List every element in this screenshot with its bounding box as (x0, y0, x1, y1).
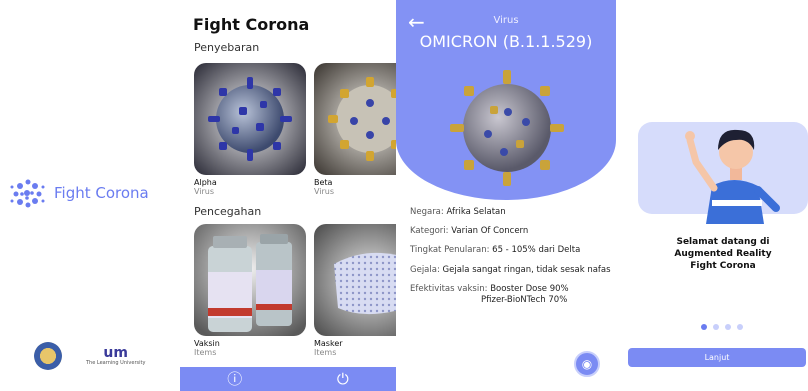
page-dot[interactable] (725, 324, 731, 330)
section-penyebaran: Penyebaran (194, 41, 260, 54)
info-row-vaccine: Efektivitas vaksin: Booster Dose 90% (410, 284, 569, 294)
um-logo-mark: um (103, 345, 128, 361)
detail-screen: ← Virus OMICRON (B.1.1.529) Negara: Afri… (396, 0, 616, 391)
card-category: Items (194, 348, 217, 357)
info-row-category: Kategori: Varian Of Concern (410, 226, 529, 236)
virus-logo-icon (10, 179, 45, 208)
info-row-vaccine-extra: Pfizer-BioNTech 70% (481, 295, 568, 305)
card-name: Beta (314, 178, 333, 187)
splash-logo: Fight Corona (8, 176, 149, 210)
card-name: Masker (314, 339, 343, 348)
app-name: Fight Corona (54, 184, 149, 202)
splash-screen: Fight Corona um The Learning University (0, 0, 180, 391)
university-seal-icon (34, 342, 62, 370)
page-dot[interactable] (737, 324, 743, 330)
card-beta[interactable]: Beta Virus (314, 63, 396, 196)
card-name: Vaksin (194, 339, 220, 348)
vaksin-image (194, 224, 306, 336)
section-pencegahan: Pencegahan (194, 205, 262, 218)
um-logo: um The Learning University (86, 346, 145, 366)
um-logo-sub: The Learning University (86, 360, 146, 366)
info-row-symptoms: Gejala: Gejala sangat ringan, tidak sesa… (410, 265, 611, 275)
camera-button[interactable]: ◉ (574, 351, 600, 377)
page-indicator (701, 324, 743, 330)
card-category: Items (314, 348, 337, 357)
omicron-virus-image (450, 70, 564, 186)
info-icon[interactable]: ⓘ (227, 371, 242, 387)
info-row-transmission: Tingkat Penularan: 65 - 105% dari Delta (410, 245, 581, 255)
detail-title: OMICRON (B.1.1.529) (419, 32, 593, 51)
detail-category: Virus (493, 15, 519, 26)
power-icon[interactable]: ⏻ (337, 371, 349, 387)
info-row-country: Negara: Afrika Selatan (410, 207, 506, 217)
card-vaksin[interactable]: Vaksin Items (194, 224, 306, 357)
beta-image (314, 63, 396, 175)
onboarding-screen: Selamat datang di Augmented Reality Figh… (616, 0, 808, 391)
partner-logos: um The Learning University (34, 342, 145, 370)
welcome-illustration (685, 129, 780, 224)
card-category: Virus (194, 187, 215, 196)
next-button[interactable]: Lanjut (628, 348, 806, 367)
list-screen: Fight Corona Penyebaran Alpha Virus Beta… (180, 0, 396, 391)
masker-image (314, 224, 396, 336)
card-masker[interactable]: Masker Items (314, 224, 396, 357)
card-name: Alpha (194, 178, 217, 187)
alpha-image (194, 63, 306, 175)
bottom-nav: ⓘ ⏻ (180, 367, 396, 391)
page-dot[interactable] (713, 324, 719, 330)
page-title: Fight Corona (193, 15, 310, 34)
welcome-text: Selamat datang di Augmented Reality Figh… (674, 237, 772, 271)
card-alpha[interactable]: Alpha Virus (194, 63, 306, 196)
card-category: Virus (314, 187, 335, 196)
page-dot-active[interactable] (701, 324, 707, 330)
camera-icon: ◉ (581, 357, 593, 371)
